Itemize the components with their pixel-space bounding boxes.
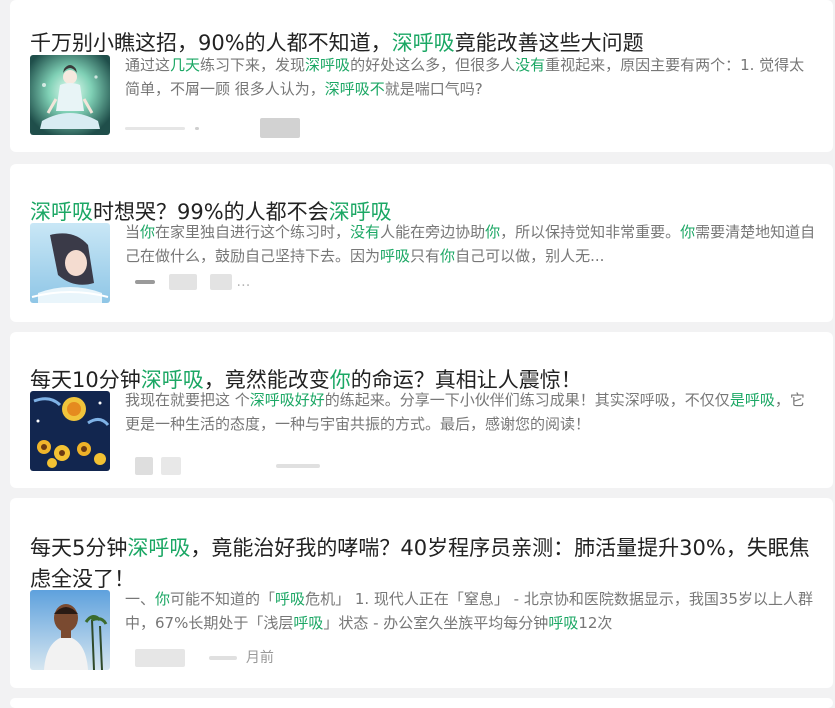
blurred-author (209, 656, 238, 660)
text-segment: 在家里独自进行这个练习时， (155, 223, 351, 241)
highlighted-keyword: 呼吸 (548, 614, 579, 632)
highlighted-keyword: 呼吸 (275, 590, 306, 608)
text-segment: 我现在就要把这 个 (125, 391, 250, 409)
article-meta: 月前 (135, 648, 274, 668)
text-segment: 练习下来，发现 (200, 56, 306, 74)
highlighted-keyword: 呼吸 (293, 614, 324, 632)
meditation-figure-image[interactable] (30, 55, 110, 135)
article-meta: … (135, 272, 250, 292)
article-snippet: 我现在就要把这 个深呼吸好好的练起来。分享一下小伙伴们练习成果！其实深呼吸，不仅… (125, 388, 819, 436)
article-card[interactable]: 千万别小瞧这招，90%的人都不知道，深呼吸竟能改善这些大问题 通过这几天练习下来… (10, 0, 833, 152)
text-segment: 可能不知道的「 (170, 590, 276, 608)
article-snippet: 通过这几天练习下来，发现深呼吸的好处这么多，但很多人没有重视起来，原因主要有两个… (125, 53, 819, 101)
article-meta (125, 118, 300, 138)
blurred-time (259, 118, 300, 138)
text-segment: 人能在旁边协助 (380, 223, 486, 241)
text-segment: 的练起来。分享一下小伙伴们练习成果！其实深呼吸，不仅仅 (324, 391, 730, 409)
blurred-time (209, 274, 232, 290)
text-segment: 千万别小瞧这招，90%的人都不知道， (30, 31, 392, 56)
text-segment: 当 (125, 223, 141, 241)
article-meta (135, 456, 320, 476)
article-card[interactable]: 深呼吸时想哭？99%的人都不会深呼吸 当你在家里独自进行这个练习时，没有人能在旁… (10, 164, 833, 322)
article-card[interactable]: 每天10分钟深呼吸，竟然能改变你的命运？真相让人震惊！ 我现在就要把这 个深呼吸… (10, 332, 833, 488)
article-list: 千万别小瞧这招，90%的人都不知道，深呼吸竟能改善这些大问题 通过这几天练习下来… (0, 0, 835, 708)
article-time: 月前 (245, 650, 274, 666)
article-snippet: 当你在家里独自进行这个练习时，没有人能在旁边协助你，所以保持觉知非常重要。你需要… (125, 220, 819, 268)
blurred-mark (195, 126, 200, 130)
article-card-partial (10, 698, 833, 708)
text-segment: ，所以保持觉知非常重要。 (500, 223, 681, 241)
meta-text: … (236, 274, 251, 290)
highlighted-keyword: 深呼吸好好 (249, 391, 325, 409)
text-segment: 的好处这么多，但很多人 (350, 56, 516, 74)
highlighted-keyword: 你 (485, 223, 501, 241)
text-segment: 就是喘口气吗? (384, 80, 483, 98)
text-segment: 一、 (125, 590, 156, 608)
highlighted-keyword: 深呼吸 (391, 31, 455, 56)
blurred-time (275, 464, 320, 468)
highlighted-keyword: 呼吸 (380, 247, 411, 265)
text-segment: 」状态 - 办公室久坐族平均每分钟 (323, 614, 549, 632)
highlighted-keyword: 是呼吸 (729, 391, 775, 409)
highlighted-keyword: 你 (140, 223, 156, 241)
highlighted-keyword: 你 (680, 223, 696, 241)
blurred-author (169, 274, 198, 290)
blurred-source (135, 280, 155, 284)
highlighted-keyword: 几天 (170, 56, 201, 74)
text-segment: 自己可以做，别人无... (455, 247, 605, 265)
article-card[interactable]: 每天5分钟深呼吸，竟能治好我的哮喘？40岁程序员亲测：肺活量提升30%，失眠焦虑… (10, 498, 833, 688)
text-segment: 12次 (578, 614, 613, 632)
blurred-source (125, 126, 185, 130)
text-segment: 每天5分钟 (30, 536, 128, 561)
highlighted-keyword: 深呼吸 (30, 200, 93, 225)
highlighted-keyword: 没有 (515, 56, 546, 74)
highlighted-keyword: 没有 (350, 223, 381, 241)
blurred-source (135, 457, 153, 475)
blurred-author (161, 457, 182, 475)
article-snippet: 一、你可能不知道的「呼吸危机」 1. 现代人正在「窒息」 - 北京协和医院数据显… (125, 587, 819, 635)
text-segment: 只有 (410, 247, 441, 265)
highlighted-keyword: 深呼吸 (305, 56, 351, 74)
starry-sunflower-image[interactable] (30, 391, 110, 471)
blurred-source (135, 649, 185, 667)
highlighted-keyword: 深呼吸不 (324, 80, 385, 98)
crying-woman-image[interactable] (30, 223, 110, 303)
highlighted-keyword: 你 (155, 590, 171, 608)
text-segment: 竟能改善这些大问题 (454, 31, 644, 56)
text-segment: 通过这 (125, 56, 171, 74)
highlighted-keyword: 你 (440, 247, 456, 265)
man-breathing-image[interactable] (30, 590, 110, 670)
highlighted-keyword: 深呼吸 (127, 536, 191, 561)
